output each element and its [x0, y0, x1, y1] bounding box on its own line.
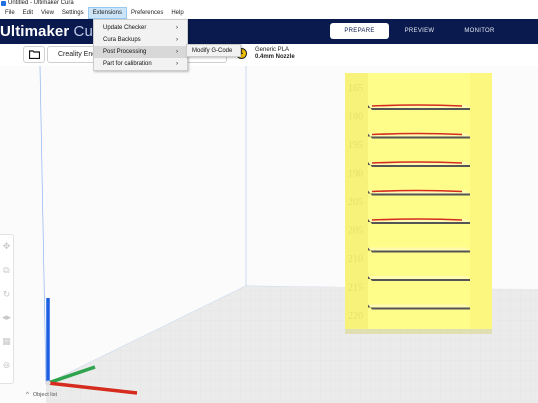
- tab-prepare[interactable]: PREPARE: [330, 23, 389, 39]
- menu-view[interactable]: View: [37, 7, 58, 19]
- menu-item-modify-gcode[interactable]: Modify G-Code: [187, 45, 240, 57]
- menu-item-label: Update Checker: [103, 25, 147, 31]
- temp-label: 190: [348, 169, 363, 180]
- brand-bold: Ultimaker: [0, 23, 70, 40]
- tower-shelf: [368, 304, 470, 310]
- tower-shelf: [368, 104, 470, 110]
- tower-shelf: [368, 189, 470, 196]
- menu-item-label: Part for calibration: [103, 61, 152, 67]
- tower-shelf: [368, 276, 470, 281]
- tab-monitor[interactable]: MONITOR: [450, 23, 509, 39]
- tower-shelf: [368, 247, 470, 253]
- build-volume-edge: [39, 66, 47, 385]
- object-list-toggle[interactable]: ^ Object list: [26, 392, 57, 398]
- temp-label: 165: [348, 83, 363, 94]
- stage-tabs: PREPARE PREVIEW MONITOR: [330, 23, 510, 39]
- menu-item-update-checker[interactable]: Update Checker ›: [94, 22, 187, 34]
- tower-right-pillar: [470, 73, 492, 329]
- tower-shelf: [368, 132, 470, 139]
- tab-preview[interactable]: PREVIEW: [390, 23, 449, 39]
- menu-settings[interactable]: Settings: [58, 7, 88, 19]
- mirror-icon[interactable]: ◂▸: [1, 312, 13, 324]
- temp-label: 215: [348, 283, 363, 294]
- shelf-top: [368, 304, 470, 308]
- tower-shelf: [368, 218, 470, 224]
- per-model-settings-icon[interactable]: ▦: [1, 336, 13, 348]
- temp-label: 205: [348, 226, 363, 237]
- menu-item-post-processing[interactable]: Post Processing ›: [94, 46, 187, 58]
- temperature-tower-model: [345, 73, 492, 329]
- temp-label: 220: [348, 311, 363, 322]
- menu-extensions[interactable]: Extensions: [87, 7, 127, 19]
- cura-app-icon: [1, 1, 6, 6]
- menu-item-label: Post Processing: [103, 49, 147, 55]
- build-plate-scene: 165 180 195 190 205 205 210 215 220: [39, 66, 538, 403]
- move-icon[interactable]: ✥: [1, 241, 13, 253]
- 3d-viewport[interactable]: 165 180 195 190 205 205 210 215 220 ✥ ⧉ ↻ ◂▸ ▦ ⊚: [0, 66, 538, 403]
- menu-edit[interactable]: Edit: [19, 7, 37, 19]
- tool-sidebar: ✥ ⧉ ↻ ◂▸ ▦ ⊚: [0, 234, 14, 384]
- axis-origin: [45, 380, 51, 386]
- temp-label: 180: [348, 112, 363, 123]
- shelf-top: [368, 276, 470, 279]
- open-file-button[interactable]: [23, 46, 45, 63]
- menu-item-cura-backups[interactable]: Cura Backups ›: [94, 34, 187, 46]
- nozzle-size: 0.4mm Nozzle: [255, 54, 295, 60]
- menu-help[interactable]: Help: [167, 7, 187, 19]
- menu-preferences[interactable]: Preferences: [127, 7, 167, 19]
- temp-label: 195: [348, 140, 363, 151]
- chevron-up-icon: ^: [26, 392, 29, 398]
- shelf-top: [368, 247, 470, 251]
- job-toolbar: Creality Ender 1 Generic PLA 0.4mm Nozzl…: [0, 44, 538, 66]
- material-info[interactable]: Generic PLA 0.4mm Nozzle: [255, 47, 295, 61]
- menu-item-part-for-calibration[interactable]: Part for calibration ›: [94, 58, 187, 70]
- post-processing-submenu: Modify G-Code: [186, 44, 241, 57]
- folder-icon: [28, 50, 40, 59]
- menu-file[interactable]: File: [1, 7, 19, 19]
- object-list-label: Object list: [32, 392, 57, 398]
- window-title: Untitled - Ultimaker Cura: [8, 0, 74, 6]
- temp-label: 210: [348, 254, 363, 265]
- temp-label: 205: [348, 197, 363, 208]
- chevron-right-icon: ›: [176, 25, 178, 31]
- chevron-right-icon: ›: [176, 61, 178, 67]
- app-header: Ultimaker Cura PREPARE PREVIEW MONITOR: [0, 19, 538, 44]
- brand-logo: Ultimaker Cura: [0, 24, 106, 39]
- tower-temp-labels: 165 180 195 190 205 205 210 215 220: [348, 83, 363, 322]
- support-blocker-icon[interactable]: ⊚: [1, 359, 13, 371]
- material-name: Generic PLA: [255, 47, 290, 53]
- extensions-menu: Update Checker › Cura Backups › Post Pro…: [93, 19, 188, 71]
- chevron-right-icon: ›: [176, 49, 178, 55]
- menu-item-label: Cura Backups: [103, 37, 141, 43]
- scale-icon[interactable]: ⧉: [1, 265, 13, 277]
- rotate-icon[interactable]: ↻: [1, 288, 13, 300]
- chevron-right-icon: ›: [176, 37, 178, 43]
- tower-shelf: [368, 161, 470, 167]
- menu-bar: File Edit View Settings Extensions Prefe…: [0, 7, 538, 19]
- title-bar: Untitled - Ultimaker Cura: [0, 0, 538, 7]
